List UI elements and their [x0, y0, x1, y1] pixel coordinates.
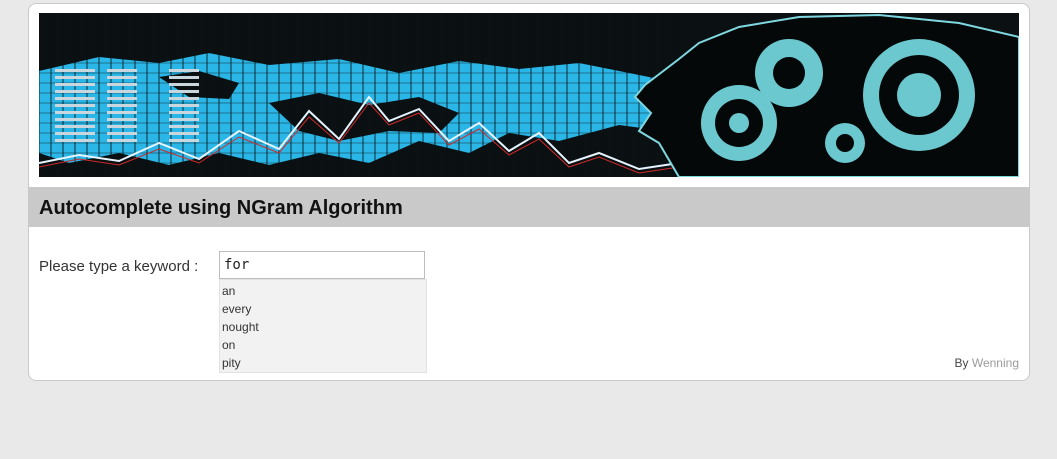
suggestion-item[interactable]: pity — [220, 354, 426, 372]
suggestion-item[interactable]: every — [220, 300, 426, 318]
byline: By Wenning — [954, 356, 1019, 370]
keyword-label: Please type a keyword : — [39, 258, 199, 275]
suggestion-item[interactable]: an — [220, 282, 426, 300]
suggestion-item[interactable]: on — [220, 336, 426, 354]
autocomplete-suggestions: an every nought on pity — [219, 279, 427, 373]
header-banner-image — [39, 13, 1019, 177]
author-link[interactable]: Wenning — [972, 356, 1019, 370]
title-bar: Autocomplete using NGram Algorithm — [29, 187, 1029, 227]
byline-prefix: By — [954, 356, 969, 370]
main-card: Autocomplete using NGram Algorithm Pleas… — [28, 3, 1030, 381]
page-title: Autocomplete using NGram Algorithm — [39, 197, 403, 219]
suggestion-item[interactable]: nought — [220, 318, 426, 336]
keyword-input[interactable] — [219, 251, 425, 279]
